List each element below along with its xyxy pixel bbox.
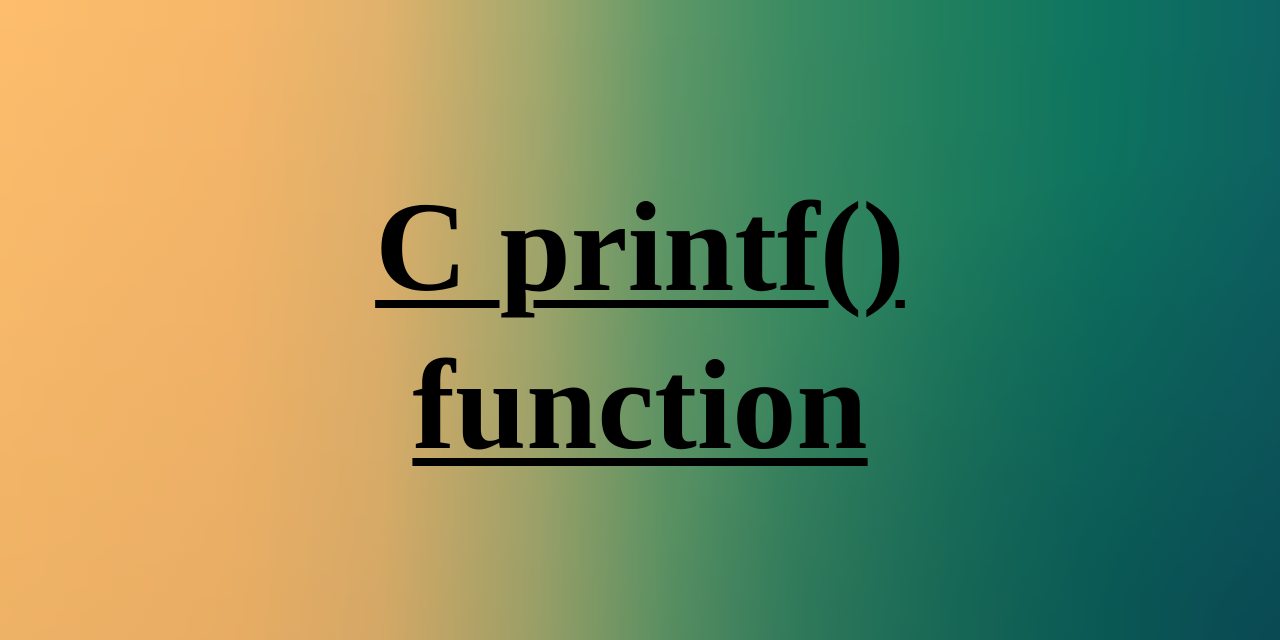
banner-background: C printf() function xyxy=(0,0,1280,640)
banner-title: C printf() function xyxy=(0,168,1280,484)
title-line-1: C printf() xyxy=(375,176,905,318)
title-line-2: function xyxy=(412,334,868,476)
